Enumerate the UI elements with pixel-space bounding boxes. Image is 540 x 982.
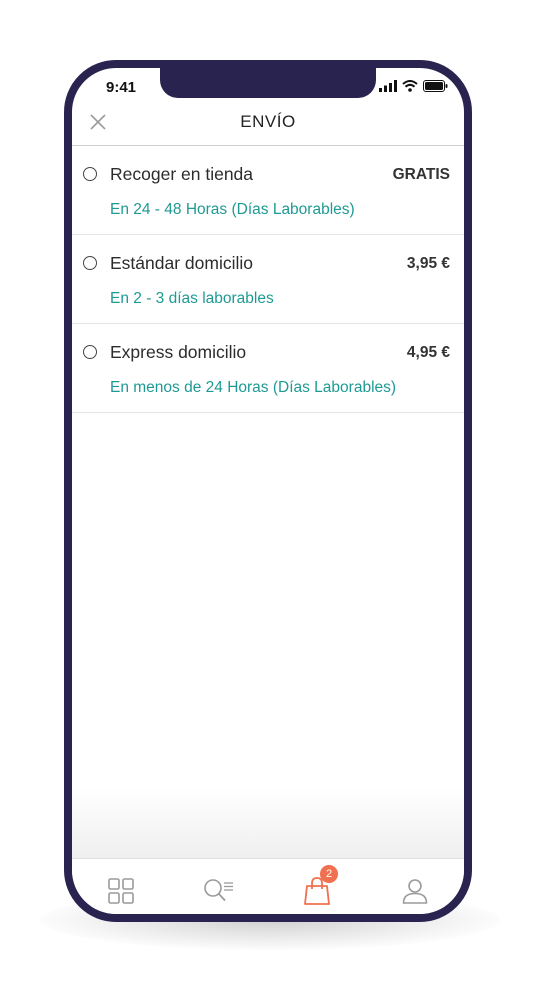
page-title: ENVÍO [240, 112, 296, 131]
shipping-option-standard[interactable]: Estándar domicilio 3,95 € En 2 - 3 días … [72, 235, 464, 324]
tab-bar: 2 [72, 858, 464, 914]
option-title: Express domicilio [110, 342, 247, 362]
bottom-fade [72, 788, 464, 858]
option-price: 3,95 € [406, 255, 450, 272]
tab-cart[interactable]: 2 [287, 865, 347, 911]
option-price: 4,95 € [406, 344, 450, 361]
option-delivery-time: En 24 - 48 Horas (Días Laborables) [110, 201, 355, 218]
shipping-option-pickup[interactable]: Recoger en tienda GRATIS En 24 - 48 Hora… [72, 146, 464, 235]
battery-icon [423, 80, 448, 92]
radio-button[interactable] [83, 167, 97, 181]
shipping-options-list: Recoger en tienda GRATIS En 24 - 48 Hora… [72, 146, 464, 413]
phone-frame: 9:41 ENVÍO Recoger en tienda GRATIS En 2… [64, 60, 472, 922]
status-time: 9:41 [106, 79, 137, 96]
option-title: Recoger en tienda [110, 164, 254, 184]
radio-button[interactable] [83, 256, 97, 270]
user-icon [402, 879, 428, 904]
header: ENVÍO [72, 98, 464, 146]
tab-search[interactable] [189, 871, 249, 911]
option-price: GRATIS [392, 166, 450, 183]
cart-count-badge: 2 [320, 865, 338, 883]
radio-button[interactable] [83, 345, 97, 359]
grid-icon [108, 878, 134, 904]
search-list-icon [204, 879, 233, 902]
phone-notch [160, 68, 376, 98]
tab-account[interactable] [385, 871, 445, 911]
option-delivery-time: En menos de 24 Horas (Días Laborables) [110, 379, 397, 396]
shipping-option-express[interactable]: Express domicilio 4,95 € En menos de 24 … [72, 324, 464, 413]
stage: 9:41 ENVÍO Recoger en tienda GRATIS En 2… [0, 0, 540, 982]
tab-categories[interactable] [91, 871, 151, 911]
status-icons [379, 80, 448, 92]
option-delivery-time: En 2 - 3 días laborables [110, 290, 274, 307]
cellular-signal-icon [379, 80, 397, 92]
wifi-icon [402, 80, 418, 92]
option-title: Estándar domicilio [110, 253, 253, 273]
